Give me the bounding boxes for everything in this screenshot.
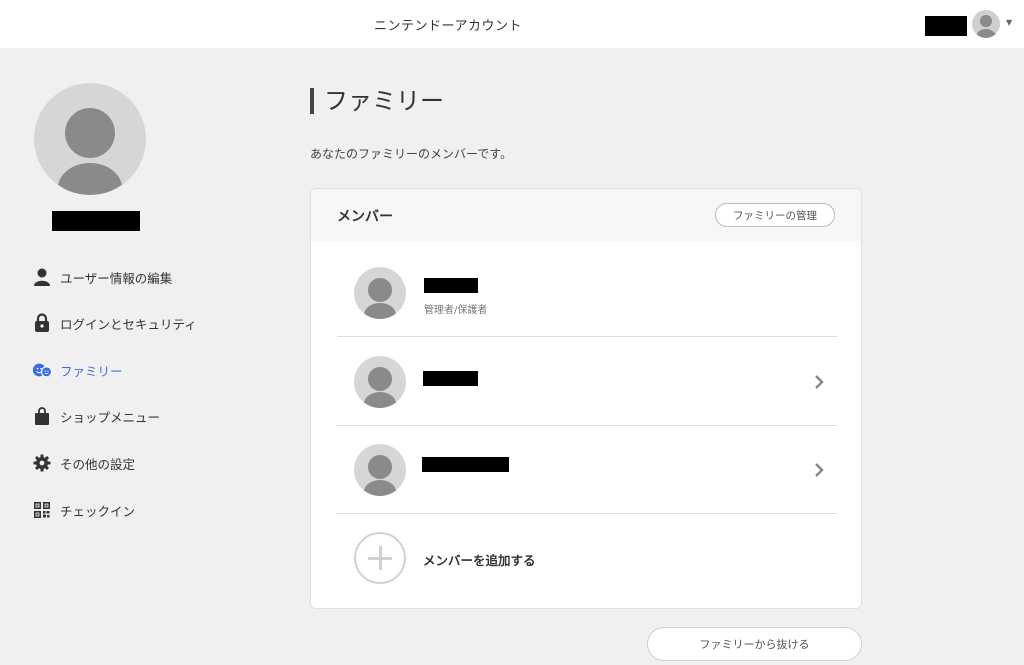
member-row[interactable]	[337, 338, 837, 426]
leave-family-button[interactable]: ファミリーから抜ける	[647, 627, 862, 661]
add-member-label: メンバーを追加する	[423, 553, 536, 568]
page-description: あなたのファミリーのメンバーです。	[310, 147, 513, 161]
sidebar-item-shop-menu[interactable]: ショップメニュー	[32, 404, 160, 428]
member-avatar	[354, 267, 406, 319]
chevron-right-icon	[815, 463, 824, 477]
qr-code-icon	[32, 500, 52, 520]
plus-icon	[354, 532, 406, 584]
sidebar-item-check-in[interactable]: チェックイン	[32, 498, 135, 522]
card-header: メンバー ファミリーの管理	[311, 189, 861, 241]
sidebar-item-label: ショップメニュー	[60, 409, 161, 425]
sidebar-item-family[interactable]: ファミリー	[32, 358, 123, 382]
sidebar-item-login-security[interactable]: ログインとセキュリティ	[32, 311, 197, 335]
sidebar-item-user-info[interactable]: ユーザー情報の編集	[32, 265, 172, 289]
redacted-member-name	[424, 278, 478, 293]
members-card: メンバー ファミリーの管理 管理者/保護者 メンバーを追加する	[310, 188, 862, 609]
member-row[interactable]: 管理者/保護者	[337, 249, 837, 337]
lock-icon	[32, 313, 52, 333]
add-member-button[interactable]: メンバーを追加する	[337, 515, 837, 605]
sidebar-item-label: チェックイン	[60, 503, 136, 519]
sidebar-item-label: ユーザー情報の編集	[60, 270, 173, 286]
redacted-member-name	[422, 457, 509, 472]
redacted-profile-name	[52, 211, 140, 231]
family-icon	[32, 360, 52, 380]
page-title: ファミリー	[310, 88, 444, 114]
sidebar-item-label: ログインとセキュリティ	[60, 316, 197, 332]
sidebar-item-label: ファミリー	[60, 363, 123, 379]
user-avatar-icon[interactable]	[972, 10, 1000, 38]
sidebar-item-label: その他の設定	[60, 456, 136, 472]
redacted-member-name	[423, 371, 478, 386]
top-bar: ニンテンドーアカウント ▼	[0, 0, 1024, 48]
card-title: メンバー	[337, 209, 393, 225]
member-avatar	[354, 444, 406, 496]
manage-family-button[interactable]: ファミリーの管理	[715, 203, 835, 227]
member-role: 管理者/保護者	[424, 305, 488, 316]
caret-down-icon[interactable]: ▼	[1006, 18, 1012, 27]
shopping-bag-icon	[32, 406, 52, 426]
profile-avatar	[34, 83, 146, 195]
member-avatar	[354, 356, 406, 408]
chevron-right-icon	[815, 375, 824, 389]
sidebar-item-other-settings[interactable]: その他の設定	[32, 451, 135, 475]
app-title: ニンテンドーアカウント	[374, 19, 522, 34]
person-icon	[32, 267, 52, 287]
gear-icon	[32, 453, 52, 473]
member-row[interactable]	[337, 426, 837, 514]
redacted-username	[925, 16, 967, 36]
